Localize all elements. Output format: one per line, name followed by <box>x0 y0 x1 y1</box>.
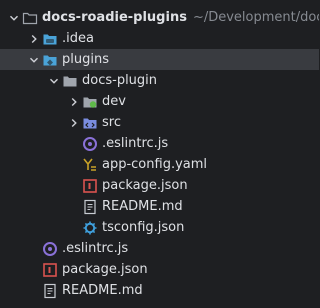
tree-node-root-readme[interactable]: README.md <box>0 280 319 301</box>
tree-node-idea[interactable]: .idea <box>0 28 319 49</box>
project-path: ~/Development/docs-r <box>192 10 319 25</box>
tree-node-dev[interactable]: dev <box>0 91 319 112</box>
tree-item-label: src <box>102 115 121 130</box>
tree-item-label: plugins <box>62 52 109 67</box>
chevron-right-icon[interactable] <box>66 115 82 131</box>
tree-node-plugins[interactable]: plugins <box>0 49 319 70</box>
yaml-icon <box>82 157 98 173</box>
chevron-down-icon[interactable] <box>46 73 62 89</box>
source-folder-icon <box>82 115 98 131</box>
project-tree: docs-roadie-plugins ~/Development/docs-r… <box>0 0 319 308</box>
chevron-down-icon[interactable] <box>6 10 22 26</box>
module-folder-icon <box>42 52 58 68</box>
tree-node-package-json[interactable]: package.json <box>0 175 319 196</box>
chevron-down-icon[interactable] <box>26 52 42 68</box>
tree-item-label: README.md <box>62 283 143 298</box>
tree-node-readme[interactable]: README.md <box>0 196 319 217</box>
tree-node-root-package-json[interactable]: package.json <box>0 259 319 280</box>
dev-folder-icon <box>82 94 98 110</box>
tree-item-label: package.json <box>62 262 148 277</box>
chevron-right-icon[interactable] <box>26 31 42 47</box>
tsconfig-icon <box>82 220 98 236</box>
chevron-right-icon[interactable] <box>66 94 82 110</box>
markdown-file-icon <box>42 283 58 299</box>
markdown-file-icon <box>82 199 98 215</box>
tree-node-tsconfig[interactable]: tsconfig.json <box>0 217 319 238</box>
eslint-icon <box>82 136 98 152</box>
tree-node-docs-plugin[interactable]: docs-plugin <box>0 70 319 91</box>
folder-icon <box>22 10 38 26</box>
tree-item-label: .eslintrc.js <box>62 241 129 256</box>
tree-node-app-config[interactable]: app-config.yaml <box>0 154 319 175</box>
tree-node-eslintrc[interactable]: .eslintrc.js <box>0 133 319 154</box>
tree-node-project-root[interactable]: docs-roadie-plugins ~/Development/docs-r <box>0 7 319 28</box>
project-name: docs-roadie-plugins <box>42 10 187 25</box>
npm-icon <box>82 178 98 194</box>
tree-node-root-eslintrc[interactable]: .eslintrc.js <box>0 238 319 259</box>
tree-node-src[interactable]: src <box>0 112 319 133</box>
tree-item-label: .idea <box>62 31 94 46</box>
tree-item-label: tsconfig.json <box>102 220 185 235</box>
tree-item-label: docs-plugin <box>82 73 158 88</box>
tree-item-label: dev <box>102 94 126 109</box>
npm-icon <box>42 262 58 278</box>
tree-item-label: app-config.yaml <box>102 157 208 172</box>
tree-item-label: README.md <box>102 199 183 214</box>
folder-icon <box>62 73 78 89</box>
idea-folder-icon <box>42 31 58 47</box>
eslint-icon <box>42 241 58 257</box>
tree-item-label: package.json <box>102 178 188 193</box>
tree-item-label: .eslintrc.js <box>102 136 169 151</box>
